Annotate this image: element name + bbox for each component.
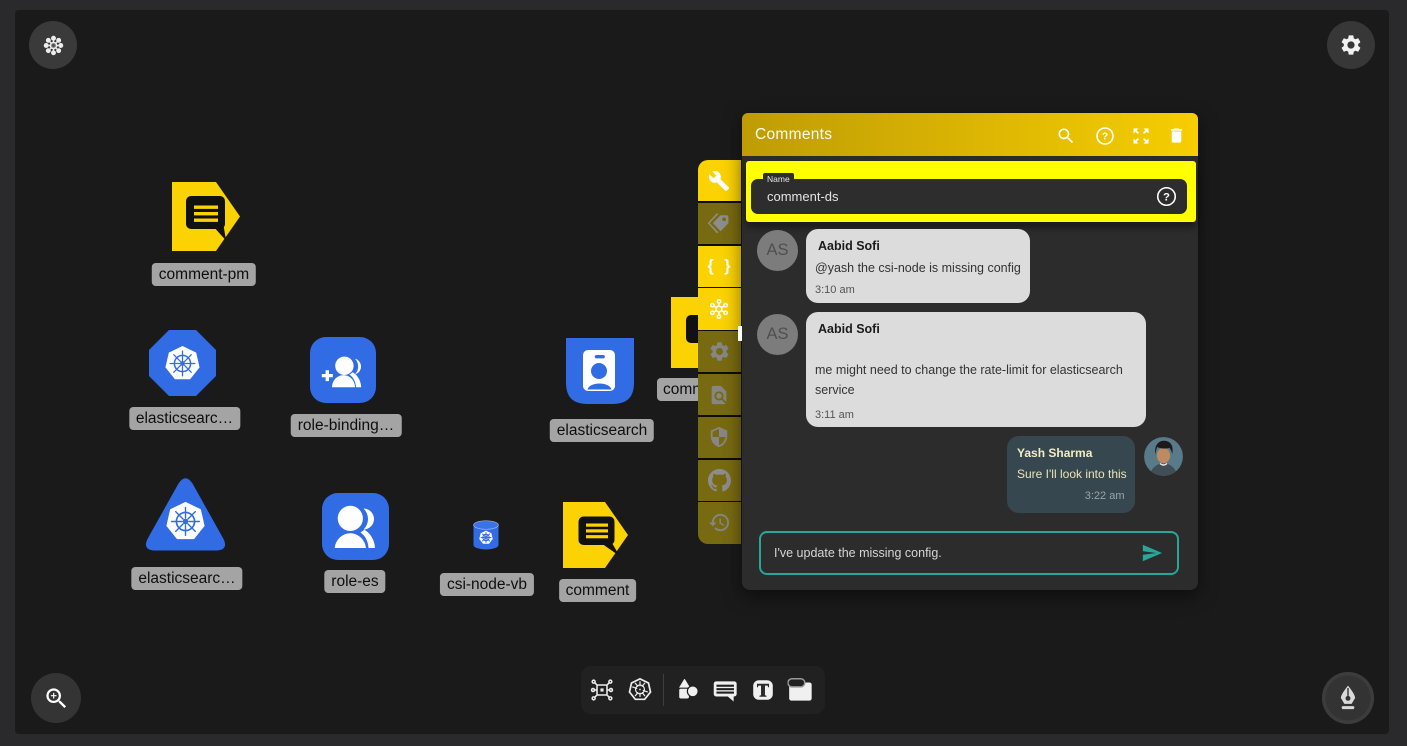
svg-text:?: ? bbox=[1102, 131, 1108, 142]
svg-text:?: ? bbox=[1163, 192, 1170, 204]
